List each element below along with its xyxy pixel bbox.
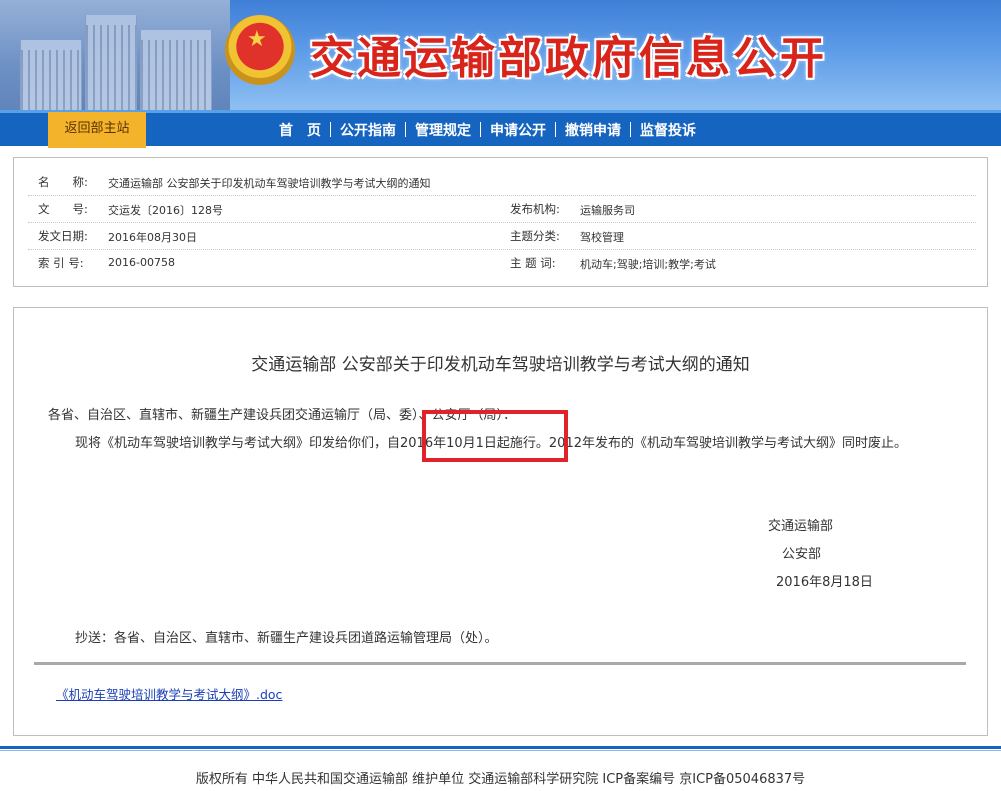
document-meta-box: 名 称: 交通运输部 公安部关于印发机动车驾驶培训教学与考试大纲的通知 文 号:… <box>13 157 988 287</box>
date-value: 2016年08月30日 <box>108 231 197 244</box>
main-nav: 返回部主站 首 页 公开指南 管理规定 申请公开 撤销申请 监督投诉 <box>0 110 1001 148</box>
docno-label: 文 号: <box>38 202 88 216</box>
nav-items: 首 页 公开指南 管理规定 申请公开 撤销申请 监督投诉 <box>270 113 705 146</box>
index-label: 索 引 号: <box>38 256 84 270</box>
nav-withdraw[interactable]: 撤销申请 <box>556 120 630 140</box>
name-label: 名 称: <box>38 175 88 189</box>
back-to-main-site-button[interactable]: 返回部主站 <box>48 112 146 148</box>
document-title: 交通运输部 公安部关于印发机动车驾驶培训教学与考试大纲的通知 <box>251 355 750 375</box>
footer-copyright: 版权所有 中华人民共和国交通运输部 维护单位 交通运输部科学研究院 ICP备案编… <box>195 772 806 787</box>
nav-regulations[interactable]: 管理规定 <box>406 120 480 140</box>
nav-home[interactable]: 首 页 <box>270 120 330 140</box>
cc-line: 抄送：各省、自治区、直辖市、新疆生产建设兵团道路运输管理局（处）。 <box>75 631 498 646</box>
sign-date: 2016年8月18日 <box>776 575 873 590</box>
docno-value: 交运发〔2016〕128号 <box>108 204 223 217</box>
meta-row-date: 发文日期: 2016年08月30日 主题分类: 驾校管理 <box>28 222 976 250</box>
site-title: 交通运输部政府信息公开 <box>310 33 827 84</box>
signer-mot: 交通运输部 <box>768 519 834 534</box>
index-value: 2016-00758 <box>108 256 175 269</box>
header-banner: ★ 交通运输部政府信息公开 <box>0 0 1001 110</box>
attachment-link[interactable]: 《机动车驾驶培训教学与考试大纲》.doc <box>56 684 282 703</box>
content-divider <box>34 662 966 665</box>
highlight-box <box>422 410 568 462</box>
org-value: 运输服务司 <box>580 204 635 217</box>
topic-value: 驾校管理 <box>580 231 624 244</box>
footer-rule <box>0 746 1001 749</box>
nav-apply[interactable]: 申请公开 <box>481 120 555 140</box>
keywords-label: 主 题 词: <box>510 256 556 270</box>
document-content: 交通运输部 公安部关于印发机动车驾驶培训教学与考试大纲的通知 各省、自治区、直辖… <box>13 307 988 736</box>
meta-row-name: 名 称: 交通运输部 公安部关于印发机动车驾驶培训教学与考试大纲的通知 <box>28 168 976 196</box>
signer-mps: 公安部 <box>782 547 822 562</box>
keywords-value: 机动车;驾驶;培训;教学;考试 <box>580 258 716 271</box>
nav-guide[interactable]: 公开指南 <box>331 120 405 140</box>
name-value: 交通运输部 公安部关于印发机动车驾驶培训教学与考试大纲的通知 <box>108 177 431 190</box>
topic-label: 主题分类: <box>510 229 560 243</box>
footer-rule-light <box>0 750 1001 751</box>
meta-row-index: 索 引 号: 2016-00758 主 题 词: 机动车;驾驶;培训;教学;考试 <box>28 249 976 276</box>
org-label: 发布机构: <box>510 202 560 216</box>
building-image <box>0 0 230 110</box>
national-emblem-icon: ★ <box>225 15 295 85</box>
nav-complaint[interactable]: 监督投诉 <box>631 120 705 140</box>
date-label: 发文日期: <box>38 229 88 243</box>
meta-row-docno: 文 号: 交运发〔2016〕128号 发布机构: 运输服务司 <box>28 195 976 223</box>
